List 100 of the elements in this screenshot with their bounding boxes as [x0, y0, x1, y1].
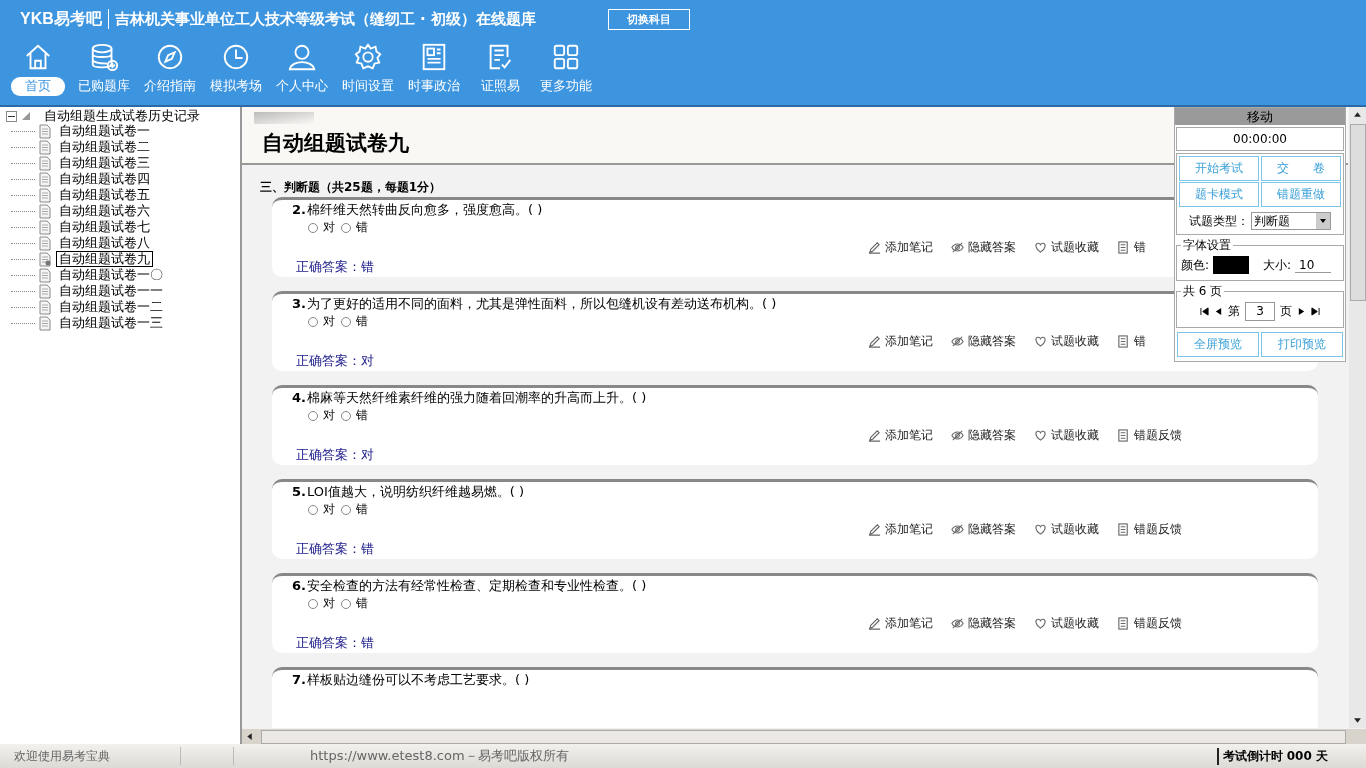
question-text: 7.样板贴边缝份可以不考虑工艺要求。( ): [292, 672, 530, 688]
tree-item[interactable]: 自动组题试卷四: [56, 171, 153, 187]
action-link[interactable]: 添加笔记: [885, 239, 933, 256]
heart-icon[interactable]: [1034, 617, 1047, 630]
countdown-text: 考试倒计时 000 天: [1216, 747, 1328, 765]
user-icon[interactable]: [287, 42, 317, 72]
radio-button[interactable]: [341, 598, 351, 609]
collapse-toggle[interactable]: [6, 110, 17, 122]
radio-button[interactable]: [308, 222, 318, 233]
action-link[interactable]: 添加笔记: [885, 521, 933, 538]
pencil-icon[interactable]: [868, 429, 881, 442]
pencil-icon[interactable]: [868, 335, 881, 348]
tree-item[interactable]: 自动组题试卷六: [56, 203, 153, 219]
pencil-icon[interactable]: [868, 523, 881, 536]
database-icon[interactable]: [89, 42, 119, 72]
heart-icon[interactable]: [1034, 335, 1047, 348]
document-icon: [39, 139, 51, 155]
section-title: 三、判断题（共25题，每题1分）: [260, 180, 442, 194]
action-link[interactable]: 错题反馈: [1134, 521, 1182, 538]
radio-button[interactable]: [308, 316, 318, 327]
tree-item[interactable]: 自动组题试卷一一: [56, 283, 166, 299]
action-link[interactable]: 隐藏答案: [968, 333, 1016, 350]
scroll-left-icon[interactable]: [245, 732, 254, 741]
tree-item[interactable]: 自动组题试卷一三: [56, 315, 166, 331]
caret-icon[interactable]: [1316, 213, 1330, 229]
grid-icon[interactable]: [551, 42, 581, 72]
panel-handle[interactable]: 移动: [1175, 108, 1345, 125]
home-icon[interactable]: [23, 42, 53, 72]
radio-button[interactable]: [341, 222, 351, 233]
tree-item[interactable]: 自动组题试卷七: [56, 219, 153, 235]
tree-item[interactable]: 自动组题试卷三: [56, 155, 153, 171]
first-page-icon[interactable]: [1200, 307, 1209, 316]
action-link[interactable]: 隐藏答案: [968, 615, 1016, 632]
tree-item[interactable]: 自动组题试卷九: [56, 251, 153, 267]
radio-button[interactable]: [341, 504, 351, 515]
tree-item[interactable]: 自动组题试卷五: [56, 187, 153, 203]
radio-button[interactable]: [341, 316, 351, 327]
action-link[interactable]: 添加笔记: [885, 615, 933, 632]
tree-item[interactable]: 自动组题试卷一〇: [56, 267, 166, 283]
option-label: 错: [356, 407, 368, 424]
heart-icon[interactable]: [1034, 241, 1047, 254]
option-label: 对: [323, 595, 335, 612]
eye-icon[interactable]: [951, 241, 964, 254]
action-link[interactable]: 错: [1134, 333, 1146, 350]
tree-item[interactable]: 自动组题试卷一二: [56, 299, 166, 315]
eye-icon[interactable]: [951, 335, 964, 348]
scroll-down-icon[interactable]: [1353, 716, 1362, 725]
radio-button[interactable]: [341, 410, 351, 421]
vertical-scrollbar[interactable]: [1349, 107, 1366, 728]
document-icon: [39, 203, 51, 219]
heart-icon[interactable]: [1034, 429, 1047, 442]
action-link[interactable]: 错题反馈: [1134, 427, 1182, 444]
tree-item[interactable]: 自动组题试卷二: [56, 139, 153, 155]
action-link[interactable]: 试题收藏: [1051, 615, 1099, 632]
eye-icon[interactable]: [951, 617, 964, 630]
action-link[interactable]: 隐藏答案: [968, 239, 1016, 256]
option-label: 对: [323, 501, 335, 518]
action-link[interactable]: 添加笔记: [885, 427, 933, 444]
eye-icon[interactable]: [951, 429, 964, 442]
type-dropdown[interactable]: 判断题: [1251, 212, 1331, 230]
action-link[interactable]: 错: [1134, 239, 1146, 256]
pencil-icon[interactable]: [868, 617, 881, 630]
tree-item[interactable]: 自动组题试卷一: [56, 123, 153, 139]
eye-icon[interactable]: [951, 523, 964, 536]
document-icon[interactable]: [1117, 335, 1130, 348]
document-icon[interactable]: [1117, 523, 1130, 536]
tree-item[interactable]: 自动组题试卷八: [56, 235, 153, 251]
clock-icon[interactable]: [221, 42, 251, 72]
radio-button[interactable]: [308, 598, 318, 609]
scroll-up-icon[interactable]: [1353, 110, 1362, 119]
document-icon[interactable]: [1117, 241, 1130, 254]
page-count-legend: 共 6 页: [1181, 283, 1225, 300]
previous-page-icon[interactable]: [1214, 307, 1223, 316]
radio-button[interactable]: [308, 410, 318, 421]
document-icon: [39, 187, 51, 203]
size-field[interactable]: 10: [1295, 257, 1332, 273]
document-icon: [39, 315, 51, 331]
copyright-text: https://www.etest8.com－易考吧版权所有: [310, 747, 569, 765]
action-link[interactable]: 隐藏答案: [968, 427, 1016, 444]
action-link[interactable]: 试题收藏: [1051, 427, 1099, 444]
next-page-icon[interactable]: [1297, 307, 1306, 316]
tree-root[interactable]: 自动组题生成试卷历史记录: [41, 108, 203, 124]
document-icon[interactable]: [1117, 429, 1130, 442]
action-link[interactable]: 试题收藏: [1051, 333, 1099, 350]
document-icon: [39, 155, 51, 171]
compass-icon[interactable]: [155, 42, 185, 72]
color-swatch[interactable]: [1213, 256, 1250, 274]
document-icon[interactable]: [1117, 617, 1130, 630]
scrollbar-thumb[interactable]: [1349, 124, 1366, 301]
action-link[interactable]: 错题反馈: [1134, 615, 1182, 632]
pencil-icon[interactable]: [868, 241, 881, 254]
last-page-icon[interactable]: [1311, 307, 1320, 316]
heart-icon[interactable]: [1034, 523, 1047, 536]
action-link[interactable]: 隐藏答案: [968, 521, 1016, 538]
action-link[interactable]: 试题收藏: [1051, 521, 1099, 538]
action-link[interactable]: 试题收藏: [1051, 239, 1099, 256]
page-field[interactable]: 3: [1245, 302, 1275, 321]
settings-icon[interactable]: [353, 42, 383, 72]
action-link[interactable]: 添加笔记: [885, 333, 933, 350]
radio-button[interactable]: [308, 504, 318, 515]
